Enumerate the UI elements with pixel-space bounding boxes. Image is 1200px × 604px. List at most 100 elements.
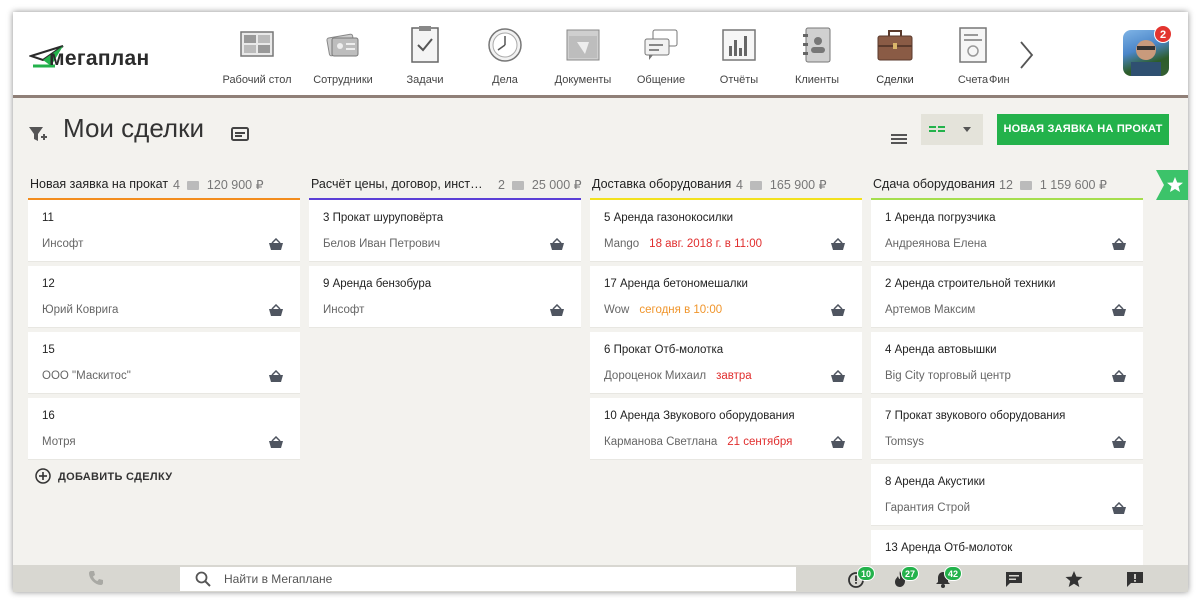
pipeline-column-new-request: Новая заявка на прокат 4 120 900 ₽ 11 Ин… bbox=[28, 172, 300, 464]
nav-item-employees[interactable]: Сотрудники bbox=[304, 12, 382, 95]
basket-icon[interactable] bbox=[1111, 370, 1127, 383]
add-deal-label: ДОБАВИТЬ СДЕЛКУ bbox=[58, 471, 173, 483]
alerts-button[interactable]: 10 bbox=[847, 566, 876, 589]
deal-card[interactable]: 2 Аренда строительной техники Артемов Ма… bbox=[871, 266, 1143, 328]
deal-title: 10 Аренда Звукового оборудования bbox=[604, 410, 795, 422]
nav-item-clients[interactable]: Клиенты bbox=[778, 12, 856, 95]
notification-badge: 2 bbox=[1154, 25, 1172, 43]
deal-client: Tomsys bbox=[885, 436, 924, 448]
deal-card[interactable]: 16 Мотря bbox=[28, 398, 300, 460]
deal-client-line: Дороценок Михаил завтра bbox=[604, 370, 752, 382]
deal-card[interactable]: 17 Аренда бетономешалки Wow сегодня в 10:… bbox=[590, 266, 862, 328]
search-icon bbox=[195, 571, 211, 587]
basket-icon[interactable] bbox=[830, 436, 846, 449]
chevron-right-icon[interactable] bbox=[1017, 38, 1035, 72]
reports-icon bbox=[722, 29, 756, 61]
deal-title: 8 Аренда Акустики bbox=[885, 476, 986, 488]
deal-card[interactable]: 7 Прокат звукового оборудования Tomsys bbox=[871, 398, 1143, 460]
deal-title: 15 bbox=[42, 344, 55, 356]
basket-icon[interactable] bbox=[1111, 304, 1127, 317]
basket-icon[interactable] bbox=[830, 370, 846, 383]
basket-icon[interactable] bbox=[1111, 238, 1127, 251]
page-header: Мои сделки НОВАЯ ЗАЯВКА НА ПРОКАТ bbox=[13, 102, 1188, 162]
nav-item-tasks[interactable]: Задачи bbox=[386, 12, 464, 95]
deal-card[interactable]: 1 Аренда погрузчика Андреянова Елена bbox=[871, 200, 1143, 262]
clients-icon bbox=[803, 27, 831, 63]
notifications-button[interactable]: 42 bbox=[934, 566, 963, 589]
column-header: Сдача оборудования 12 1 159 600 ₽ bbox=[871, 172, 1143, 198]
deal-card[interactable]: 9 Аренда бензобура Инсофт bbox=[309, 266, 581, 328]
alerts-count-badge: 10 bbox=[857, 566, 876, 581]
deal-card[interactable]: 6 Прокат Отб-молотка Дороценок Михаил зав… bbox=[590, 332, 862, 394]
nav-item-finance[interactable]: Фин bbox=[989, 12, 1011, 95]
basket-icon[interactable] bbox=[1111, 502, 1127, 515]
invoices-icon bbox=[959, 27, 987, 63]
column-name: Сдача оборудования bbox=[873, 177, 995, 191]
column-header: Новая заявка на прокат 4 120 900 ₽ bbox=[28, 172, 300, 198]
list-view-icon[interactable] bbox=[887, 124, 911, 154]
basket-icon[interactable] bbox=[268, 238, 284, 251]
deal-title: 2 Аренда строительной техники bbox=[885, 278, 1056, 290]
basket-icon[interactable] bbox=[268, 436, 284, 449]
deal-client: Гарантия Строй bbox=[885, 502, 971, 514]
phone-icon[interactable] bbox=[88, 570, 104, 586]
nav-item-affairs[interactable]: Дела bbox=[466, 12, 544, 95]
favorites-tab-star-icon[interactable] bbox=[1156, 170, 1188, 200]
deal-card[interactable]: 4 Аренда автовышки Big City торговый цен… bbox=[871, 332, 1143, 394]
column-count: 2 bbox=[498, 178, 505, 192]
deal-client: Андреянова Елена bbox=[885, 238, 987, 250]
basket-icon[interactable] bbox=[1111, 436, 1127, 449]
deal-client: Mango bbox=[604, 238, 640, 250]
basket-icon[interactable] bbox=[830, 304, 846, 317]
desktop-icon bbox=[240, 31, 274, 57]
hot-button[interactable]: 27 bbox=[891, 566, 920, 589]
megaplan-logo[interactable]: мегаплан bbox=[29, 42, 179, 72]
nav-item-deals[interactable]: Сделки bbox=[856, 12, 934, 95]
chat-icon bbox=[644, 29, 678, 60]
deal-client: ООО "Маскитос" bbox=[42, 370, 131, 382]
deal-client: Мотря bbox=[42, 436, 76, 448]
new-rental-request-button[interactable]: НОВАЯ ЗАЯВКА НА ПРОКАТ bbox=[997, 114, 1169, 145]
deal-client-line: Wow сегодня в 10:00 bbox=[604, 304, 722, 316]
deal-title: 5 Аренда газонокосилки bbox=[604, 212, 734, 224]
messages-button[interactable] bbox=[1004, 569, 1024, 589]
deal-card[interactable]: 11 Инсофт bbox=[28, 200, 300, 262]
nav-item-communication[interactable]: Общение bbox=[622, 12, 700, 95]
deal-card[interactable]: 8 Аренда Акустики Гарантия Строй bbox=[871, 464, 1143, 526]
deal-client: Инсофт bbox=[42, 238, 84, 250]
feedback-button[interactable] bbox=[1125, 569, 1145, 589]
basket-icon[interactable] bbox=[830, 238, 846, 251]
deal-card[interactable]: 5 Аренда газонокосилки Mango 18 авг. 2018… bbox=[590, 200, 862, 262]
pipeline-column-delivery: Доставка оборудования 4 165 900 ₽ 5 Арен… bbox=[590, 172, 862, 464]
pipeline-column-return: Сдача оборудования 12 1 159 600 ₽ 1 Арен… bbox=[871, 172, 1143, 592]
basket-icon[interactable] bbox=[549, 304, 565, 317]
pipeline-column-pricing: Расчёт цены, договор, инстру... 2 25 000… bbox=[309, 172, 582, 332]
deal-card[interactable]: 12 Юрий Коврига bbox=[28, 266, 300, 328]
deal-title: 1 Аренда погрузчика bbox=[885, 212, 996, 224]
search-input[interactable] bbox=[224, 567, 784, 591]
filter-add-icon[interactable] bbox=[28, 124, 48, 144]
megaplan-window: мегаплан Рабочий стол Сотрудники Задачи … bbox=[13, 12, 1188, 592]
basket-icon[interactable] bbox=[549, 238, 565, 251]
basket-icon[interactable] bbox=[268, 370, 284, 383]
deal-title: 17 Аренда бетономешалки bbox=[604, 278, 748, 290]
deal-card[interactable]: 15 ООО "Маскитос" bbox=[28, 332, 300, 394]
nav-item-documents[interactable]: Документы bbox=[544, 12, 622, 95]
nav-label: Фин bbox=[989, 74, 1010, 86]
card-view-icon[interactable] bbox=[231, 126, 249, 142]
column-sum: 120 900 ₽ bbox=[206, 178, 264, 192]
deal-title: 4 Аренда автовышки bbox=[885, 344, 997, 356]
deal-date: сегодня в 10:00 bbox=[639, 304, 723, 316]
deal-card[interactable]: 10 Аренда Звукового оборудования Кармано… bbox=[590, 398, 862, 460]
column-header: Расчёт цены, договор, инстру... 2 25 000… bbox=[309, 172, 582, 198]
column-sum: 165 900 ₽ bbox=[769, 178, 827, 192]
nav-item-reports[interactable]: Отчёты bbox=[700, 12, 778, 95]
deal-card[interactable]: 3 Прокат шуруповёрта Белов Иван Петрович bbox=[309, 200, 581, 262]
module-nav: Рабочий стол Сотрудники Задачи Дела Доку… bbox=[218, 12, 1011, 98]
deal-client: Big City торговый центр bbox=[885, 370, 1011, 382]
kanban-view-toggle[interactable] bbox=[921, 114, 983, 145]
basket-icon[interactable] bbox=[268, 304, 284, 317]
favorites-button[interactable] bbox=[1064, 569, 1084, 589]
nav-item-desktop[interactable]: Рабочий стол bbox=[218, 12, 296, 95]
kanban-view-icon bbox=[929, 126, 971, 132]
